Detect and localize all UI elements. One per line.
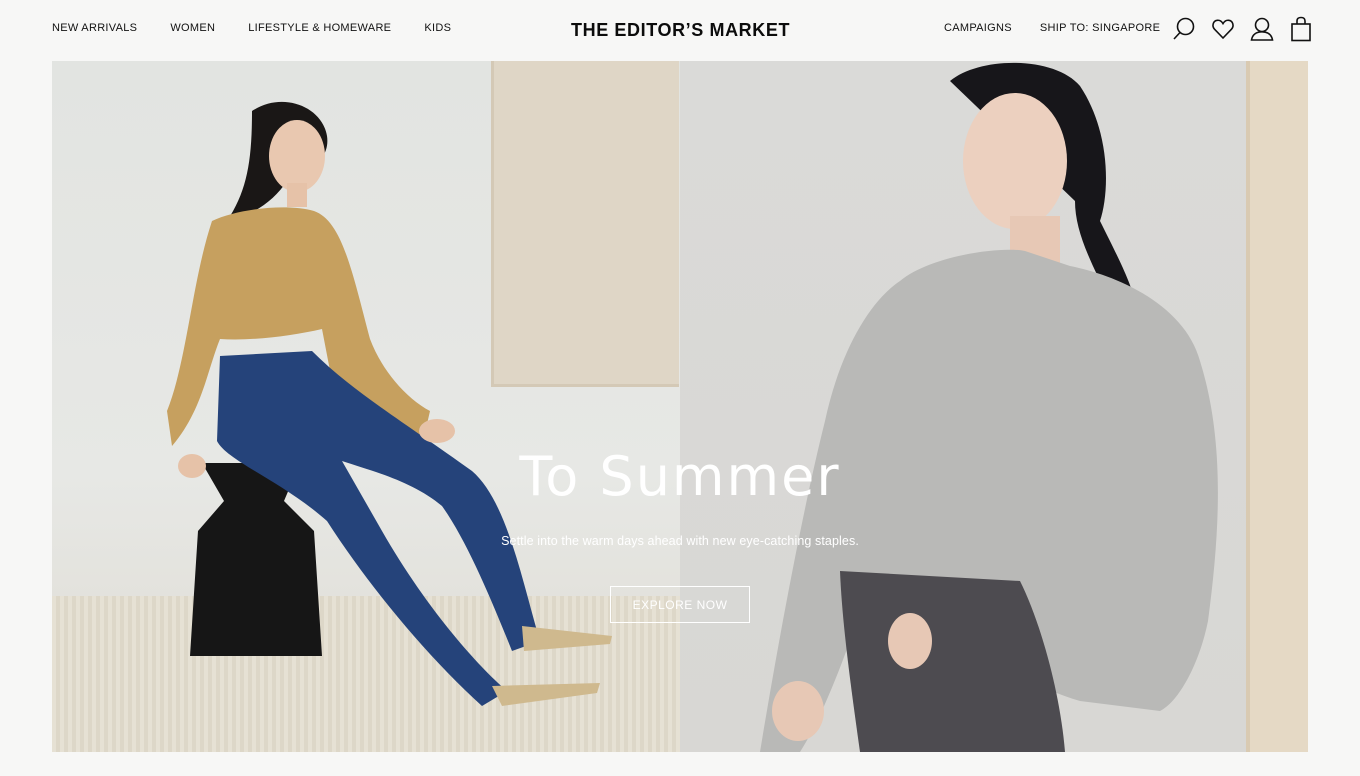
search-icon[interactable] [1172,16,1196,42]
model-seated-figure [167,101,612,706]
model-standing-figure [760,62,1218,752]
hero-image-right [680,61,1308,752]
site-header: NEW ARRIVALS WOMEN LIFESTYLE & HOMEWARE … [0,0,1360,60]
primary-nav: NEW ARRIVALS WOMEN LIFESTYLE & HOMEWARE … [52,22,484,34]
wishlist-heart-icon[interactable] [1211,16,1235,42]
nav-campaigns[interactable]: CAMPAIGNS [944,22,1012,34]
explore-now-button[interactable]: EXPLORE NOW [610,586,750,623]
ship-to-selector[interactable]: SHIP TO: SINGAPORE [1040,22,1160,34]
nav-women[interactable]: WOMEN [170,22,215,34]
secondary-nav: CAMPAIGNS SHIP TO: SINGAPORE [944,22,1188,34]
site-logo[interactable]: THE EDITOR’S MARKET [571,20,790,41]
nav-new-arrivals[interactable]: NEW ARRIVALS [52,22,137,34]
header-icons [1172,16,1313,42]
account-icon[interactable] [1250,16,1274,42]
nav-kids[interactable]: KIDS [424,22,451,34]
hero-image-left [52,61,680,752]
hero-banner: To Summer Settle into the warm days ahea… [52,61,1308,752]
nav-lifestyle-homeware[interactable]: LIFESTYLE & HOMEWARE [248,22,391,34]
shopping-bag-icon[interactable] [1289,16,1313,42]
